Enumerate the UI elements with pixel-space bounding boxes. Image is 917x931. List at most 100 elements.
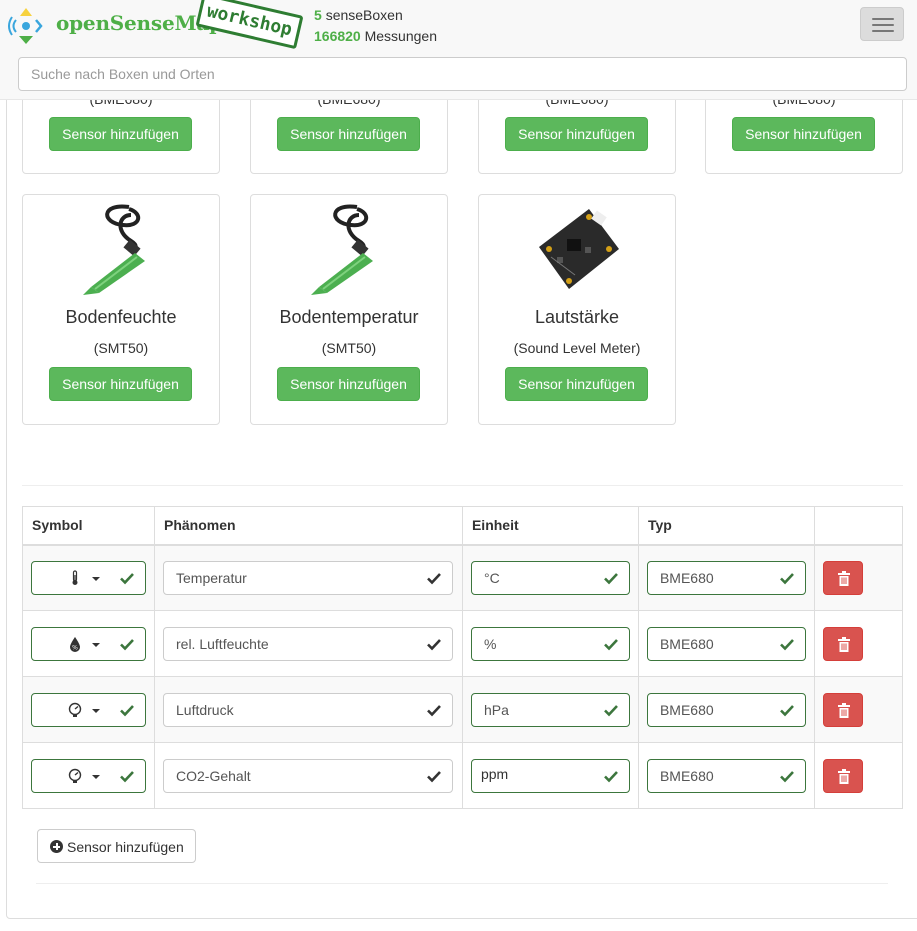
actions-cell [813, 676, 904, 743]
hamburger-menu-button[interactable] [860, 7, 904, 41]
actions-cell [813, 544, 904, 611]
type-cell: BME680 [637, 676, 815, 743]
phenomenon-input[interactable]: CO2-Gehalt [163, 758, 453, 793]
table-row: Temperatur °C BME680 [22, 544, 904, 611]
add-sensor-button[interactable]: Sensor hinzufügen [37, 829, 196, 863]
symbol-select[interactable] [31, 692, 146, 727]
type-cell: BME680 [637, 610, 815, 677]
type-input[interactable]: BME680 [646, 560, 806, 595]
symbol-cell [22, 676, 155, 743]
add-sensor-card-button[interactable]: Sensor hinzufügen [732, 117, 875, 151]
phenomenon-value: CO2-Gehalt [176, 767, 251, 784]
phenomenon-value: Temperatur [176, 569, 247, 586]
gauge-icon [68, 768, 82, 783]
check-icon [427, 572, 441, 585]
measurements-count: 166820 [314, 28, 361, 44]
check-icon [780, 704, 794, 716]
symbol-select[interactable] [31, 758, 146, 793]
opensensemap-logo-icon[interactable] [6, 6, 46, 46]
check-icon [604, 638, 618, 650]
measurements-label: Messungen [364, 28, 437, 44]
phenomenon-input[interactable]: rel. Luftfeuchte [163, 626, 453, 661]
type-value: BME680 [659, 701, 714, 718]
check-icon [604, 572, 618, 585]
thermometer-icon [72, 570, 78, 585]
trash-icon [837, 570, 850, 586]
check-icon [427, 638, 441, 650]
symbol-cell [22, 544, 155, 611]
menu-bar-icon [872, 30, 894, 32]
delete-sensor-button[interactable] [822, 560, 863, 595]
sensor-card-bodenfeuchte: Bodenfeuchte (SMT50) Sensor hinzufügen [22, 194, 220, 425]
phenomenon-input[interactable]: Temperatur [163, 560, 453, 595]
unit-input[interactable]: hPa [470, 692, 630, 727]
phenomenon-cell: rel. Luftfeuchte [154, 610, 463, 677]
soil-temperature-sensor-image [311, 204, 373, 295]
chevron-down-icon [92, 774, 100, 779]
delete-sensor-button[interactable] [822, 758, 863, 793]
delete-sensor-button[interactable] [822, 626, 863, 661]
table-header-row: Symbol Phänomen Einheit Typ [22, 506, 904, 546]
check-icon [780, 638, 794, 650]
type-input[interactable]: BME680 [646, 758, 806, 793]
unit-input[interactable]: ppm [470, 758, 630, 793]
add-sensor-card-button[interactable]: Sensor hinzufügen [49, 117, 192, 151]
chevron-down-icon [92, 642, 100, 647]
phenomenon-input[interactable]: Luftdruck [163, 692, 453, 727]
actions-cell [813, 742, 904, 809]
trash-icon [837, 702, 850, 718]
check-icon [120, 704, 134, 716]
phenomenon-cell: Temperatur [154, 544, 463, 611]
type-input[interactable]: BME680 [646, 692, 806, 727]
delete-sensor-button[interactable] [822, 692, 863, 727]
boxes-count: 5 [314, 7, 322, 23]
table-row: % rel. Luftfeuchte % BME680 [22, 610, 904, 677]
unit-input[interactable]: °C [470, 560, 630, 595]
unit-cell: hPa [461, 676, 639, 743]
add-sensor-card-button[interactable]: Sensor hinzufügen [277, 117, 420, 151]
sensor-table: Symbol Phänomen Einheit Typ Temperatur °… [22, 506, 904, 809]
menu-bar-icon [872, 24, 894, 26]
unit-value: hPa [483, 701, 509, 718]
navbar: openSenseMap workshop 5 senseBoxen 16682… [0, 0, 917, 100]
type-value: BME680 [659, 569, 714, 586]
menu-bar-icon [872, 18, 894, 20]
add-sensor-card-button[interactable]: Sensor hinzufügen [277, 367, 420, 401]
card-subtitle: (SMT50) [321, 340, 377, 356]
type-input[interactable]: BME680 [646, 626, 806, 661]
table-row: Luftdruck hPa BME680 [22, 676, 904, 743]
boxes-stat: 5 senseBoxen [314, 5, 437, 26]
unit-value: ppm [480, 765, 509, 782]
check-icon [120, 572, 134, 585]
check-icon [120, 638, 134, 650]
chevron-down-icon [92, 576, 100, 581]
trash-icon [837, 636, 850, 652]
type-value: BME680 [659, 635, 714, 652]
plus-circle-icon [50, 840, 63, 853]
soil-moisture-sensor-image [83, 204, 145, 295]
measurements-stat: 166820 Messungen [314, 26, 437, 47]
search-input[interactable] [18, 57, 907, 91]
phenomenon-value: Luftdruck [176, 701, 234, 718]
check-icon [780, 770, 794, 782]
add-sensor-card-button[interactable]: Sensor hinzufügen [505, 367, 648, 401]
card-title: Bodentemperatur [279, 307, 419, 327]
add-sensor-card-button[interactable]: Sensor hinzufügen [49, 367, 192, 401]
symbol-select[interactable] [31, 560, 146, 595]
add-sensor-card-button[interactable]: Sensor hinzufügen [505, 117, 648, 151]
unit-input[interactable]: % [470, 626, 630, 661]
check-icon [780, 572, 794, 585]
unit-value: °C [483, 569, 500, 586]
check-icon [427, 704, 441, 716]
phenomenon-cell: CO2-Gehalt [154, 742, 463, 809]
actions-cell [813, 610, 904, 677]
check-icon [427, 770, 441, 782]
type-cell: BME680 [637, 742, 815, 809]
add-sensor-label: Sensor hinzufügen [67, 839, 184, 855]
type-cell: BME680 [637, 544, 815, 611]
card-subtitle: (Sound Level Meter) [513, 340, 641, 356]
check-icon [120, 770, 134, 782]
symbol-select[interactable]: % [31, 626, 146, 661]
card-subtitle: (SMT50) [93, 340, 149, 356]
header-symbol: Symbol [22, 506, 155, 546]
